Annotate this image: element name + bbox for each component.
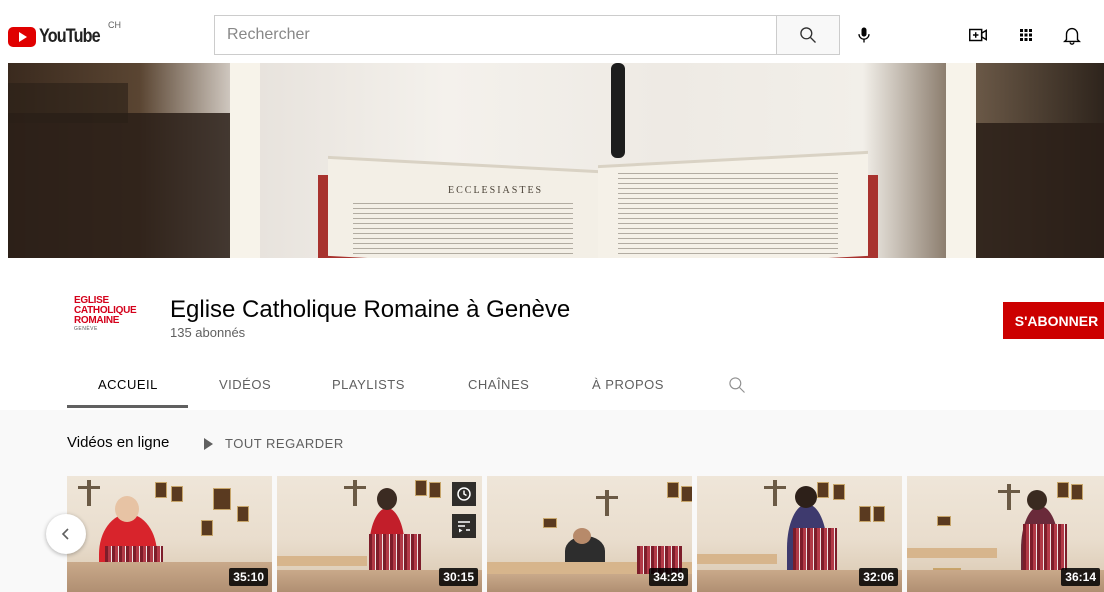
video-duration: 30:15 [439,568,478,586]
queue-icon [458,521,470,533]
video-thumbnail[interactable]: 30:15 [277,476,482,592]
video-thumbnail[interactable]: 34:29 [487,476,692,592]
add-to-queue-button[interactable] [452,514,476,538]
tab-home[interactable]: ACCUEIL [98,377,158,392]
video-thumbnail[interactable]: 35:10 [67,476,272,592]
channel-search-button[interactable] [727,375,747,400]
search-input[interactable] [215,16,776,54]
search-icon [800,27,816,43]
tab-playlists[interactable]: PLAYLISTS [332,377,405,392]
bell-icon [1063,27,1081,45]
country-code: CH [108,20,121,30]
search-box [214,15,776,55]
channel-tabs: ACCUEIL VIDÉOS PLAYLISTS CHAÎNES À PROPO… [0,365,1104,410]
video-duration: 34:29 [649,568,688,586]
play-all-button[interactable]: TOUT REGARDER [204,436,344,451]
voice-search-button[interactable] [852,23,876,47]
tab-channels[interactable]: CHAÎNES [468,377,529,392]
chevron-left-icon [61,528,69,540]
active-tab-indicator [67,405,188,408]
channel-name: Eglise Catholique Romaine à Genève [170,296,571,323]
video-shelf: 35:10 30:15 34:29 32:06 36:14 [67,476,1104,592]
video-camera-plus-icon [969,28,987,42]
youtube-play-icon [8,27,36,47]
subscribe-button[interactable]: S'ABONNER [1003,302,1104,339]
shelf-section: Vidéos en ligne TOUT REGARDER 35:10 30:1… [0,410,1104,592]
video-thumbnail[interactable]: 36:14 [907,476,1104,592]
channel-banner: ECCLESIASTES [8,63,1104,258]
banner-book-heading: ECCLESIASTES [448,185,544,196]
video-thumbnail[interactable]: 32:06 [697,476,902,592]
video-duration: 32:06 [859,568,898,586]
watch-later-button[interactable] [452,482,476,506]
logo-wordmark: YouTube [39,26,101,47]
subscriber-count: 135 abonnés [170,325,246,340]
play-icon [204,437,213,450]
tab-about[interactable]: À PROPOS [592,377,664,392]
video-duration: 36:14 [1061,568,1100,586]
logo-line-4: GENÈVE [74,326,98,332]
microphone-icon [858,27,870,43]
tab-videos[interactable]: VIDÉOS [219,377,271,392]
channel-avatar[interactable]: EGLISE CATHOLIQUE ROMAINE GENÈVE [74,296,138,342]
shelf-title[interactable]: Vidéos en ligne [67,434,169,451]
clock-icon [457,487,471,501]
video-duration: 35:10 [229,568,268,586]
logo-line-3: ROMAINE [74,315,120,326]
search-button[interactable] [776,15,840,55]
apps-button[interactable] [1014,23,1038,47]
play-all-label: TOUT REGARDER [225,436,344,451]
create-video-button[interactable] [966,23,990,47]
search-icon [729,377,745,393]
notifications-button[interactable] [1060,23,1084,47]
youtube-logo[interactable]: YouTube CH [8,20,121,48]
apps-grid-icon [1020,29,1032,41]
shelf-previous-button[interactable] [46,514,86,554]
